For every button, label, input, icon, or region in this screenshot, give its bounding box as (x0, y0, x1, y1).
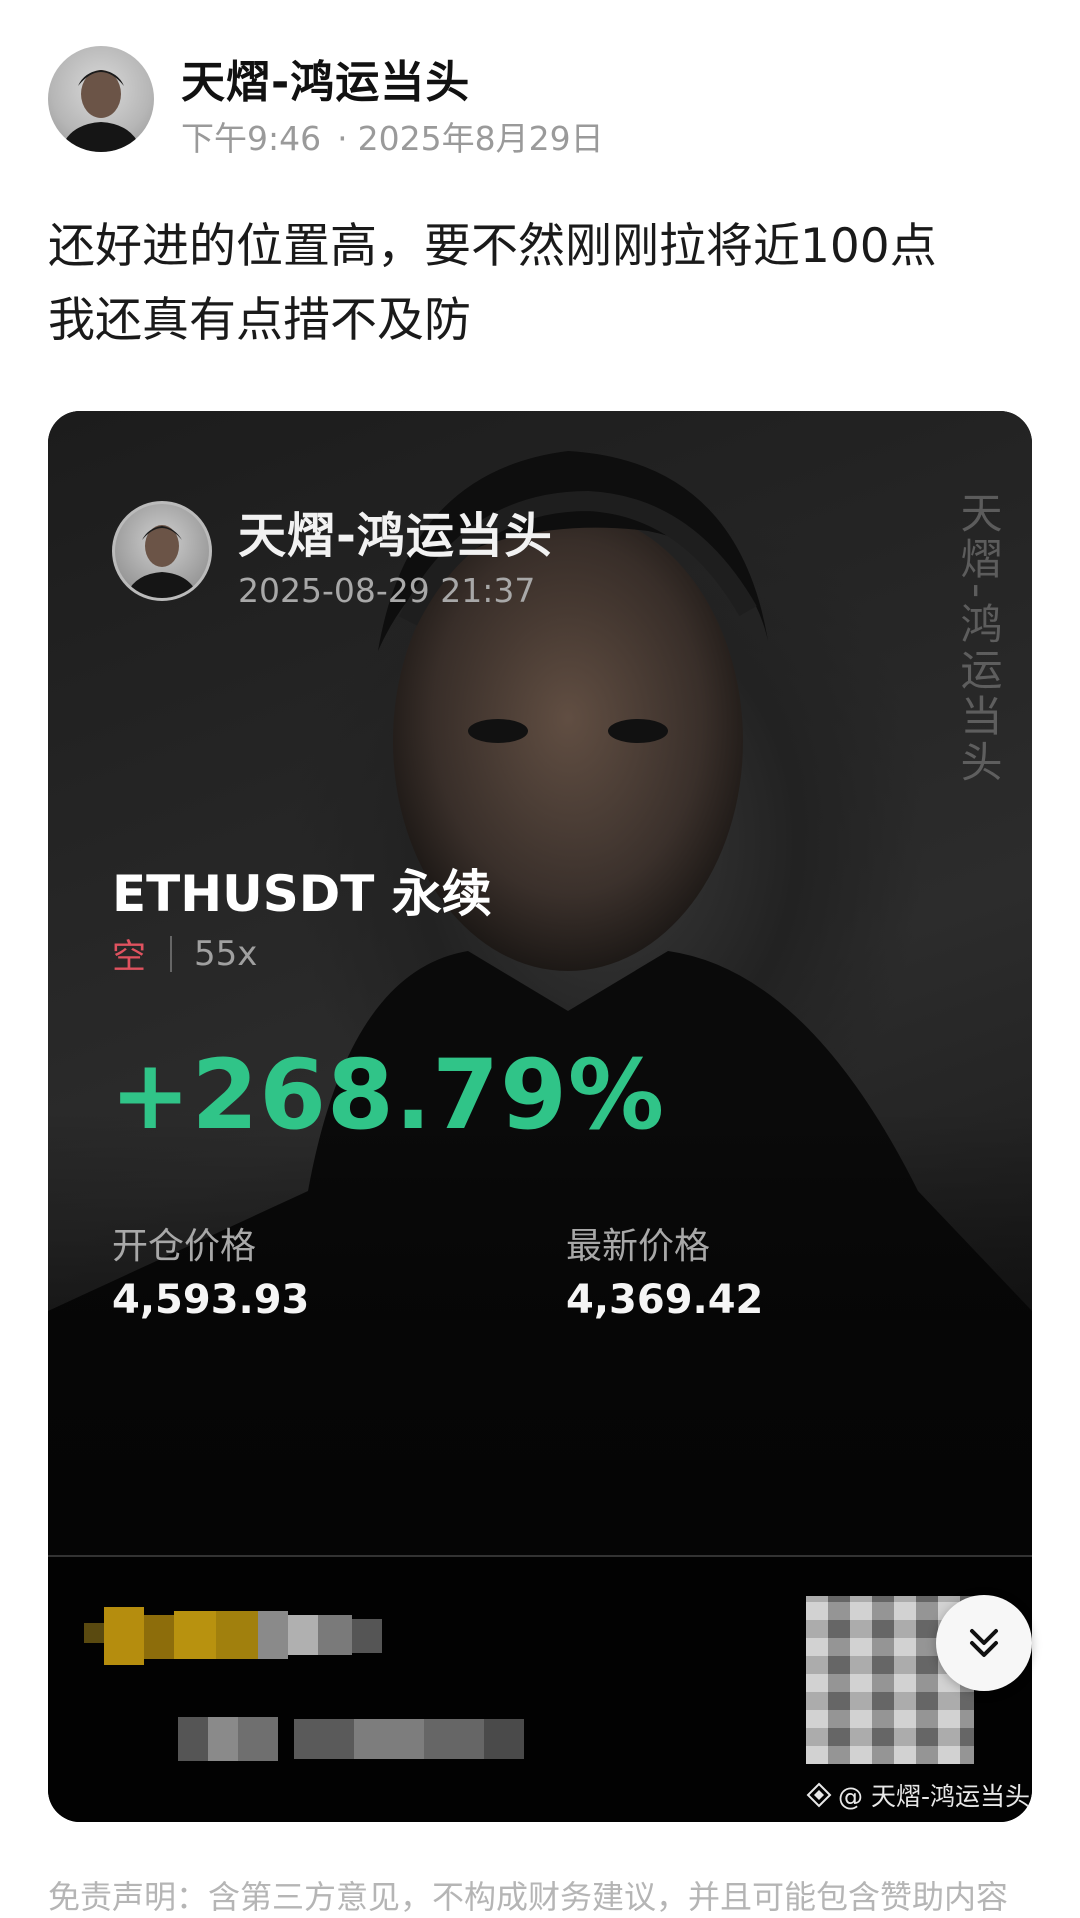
entry-price-label: 开仓价格 (112, 1226, 257, 1267)
meta-separator: · (337, 119, 348, 158)
trading-pair: ETHUSDT 永续 (112, 865, 492, 923)
post-line: 还好进的位置高，要不然刚刚拉将近100点 (48, 219, 937, 274)
card-avatar (112, 501, 212, 601)
binance-diamond-icon (806, 1782, 832, 1808)
post-body: 还好进的位置高，要不然刚刚拉将近100点 我还真有点措不及防 (48, 210, 1038, 358)
author-name[interactable]: 天熠-鸿运当头 (181, 46, 470, 110)
post-date: 2025年8月29日 (357, 119, 604, 158)
scroll-down-button[interactable] (936, 1595, 1032, 1691)
author-avatar[interactable] (48, 46, 154, 152)
mark-price-label: 最新价格 (566, 1226, 711, 1267)
disclaimer: 免责声明：含第三方意见，不构成财务建议，并且可能包含赞助内容 (48, 1878, 1009, 1916)
position-info: 空 55x (112, 929, 257, 978)
entry-price-value: 4,593.93 (112, 1277, 310, 1323)
footer-credit-text: @ 天熠-鸿运当头 (838, 1782, 1030, 1811)
trade-share-card[interactable]: 天熠-鸿运当头 2025-08-29 21:37 天熠-鸿运当头 ETHUSDT… (48, 411, 1032, 1822)
double-chevron-down-icon (970, 1629, 998, 1657)
card-author-name: 天熠-鸿运当头 (238, 508, 553, 564)
pnl-percentage: +268.79% (110, 1039, 666, 1151)
side-divider (170, 935, 172, 972)
post-line: 我还真有点措不及防 (48, 293, 471, 348)
footer-credit: @ 天熠-鸿运当头 (806, 1777, 1030, 1813)
blurred-logo (84, 1601, 414, 1671)
card-timestamp: 2025-08-29 21:37 (238, 571, 536, 610)
post-meta: 下午9:46 · 2025年8月29日 (181, 112, 604, 160)
post-header: 天熠-鸿运当头 下午9:46 · 2025年8月29日 (48, 46, 1028, 158)
post-time: 下午9:46 (181, 119, 322, 158)
blurred-text (178, 1711, 538, 1767)
mark-price-value: 4,369.42 (566, 1277, 764, 1323)
card-watermark: 天熠-鸿运当头 (954, 491, 1003, 787)
leverage: 55x (194, 933, 258, 974)
position-side: 空 (112, 937, 146, 977)
